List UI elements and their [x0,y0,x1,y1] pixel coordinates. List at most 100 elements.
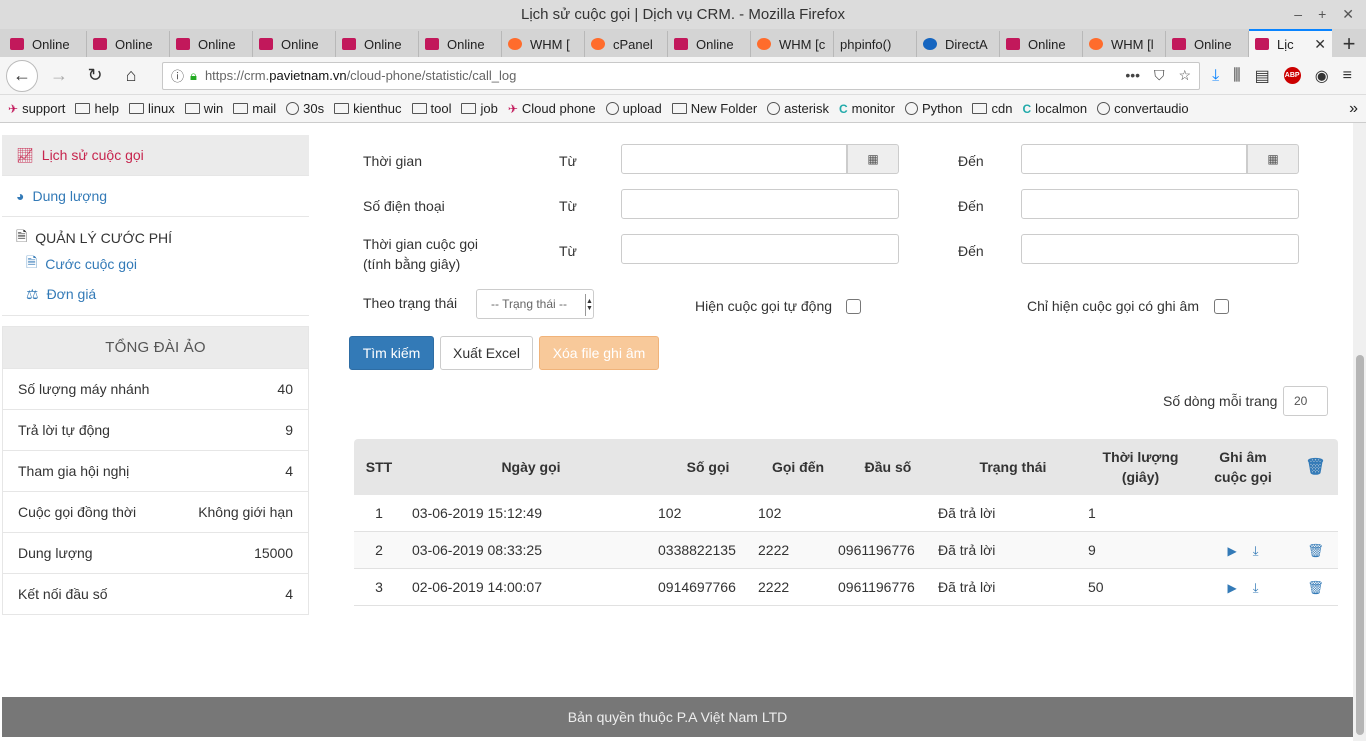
call-log-table: STT Ngày gọi Số gọi Gọi đến Đầu số Trạng… [354,439,1338,606]
browser-tab[interactable]: phpinfo() [834,31,917,57]
menu-icon[interactable]: ≡ [1343,67,1352,85]
auto-calls-label: Hiện cuộc gọi tự động [695,298,833,314]
url-bar[interactable]: ⓘ 🔒︎ https://crm. pavietnam.vn/cloud-phon… [162,61,1201,90]
bookmark-star-icon[interactable]: ☆ [1179,67,1192,84]
window-controls: – + ✕ [1294,0,1354,29]
export-excel-button[interactable]: Xuất Excel [440,336,533,370]
bookmark-item[interactable]: linux [129,101,175,116]
cell-date: 02-06-2019 14:00:07 [412,579,542,595]
browser-tab[interactable]: Online [1000,31,1083,57]
time-from-input[interactable] [621,144,847,174]
browser-tab[interactable]: Online [253,31,336,57]
download-record-icon[interactable]: ⤓ [1253,580,1259,595]
sidebar-item-unit-price[interactable]: ⚖︎ Đơn giá [16,279,309,309]
bookmark-item[interactable]: help [75,101,119,116]
browser-tab[interactable]: Online [668,31,751,57]
calendar-icon[interactable]: ▦ [847,144,899,174]
maximize-icon[interactable]: + [1318,0,1326,29]
phone-from-input[interactable] [621,189,899,219]
browser-tab[interactable]: DirectA [917,31,1000,57]
account-icon[interactable]: ◉ [1315,66,1329,86]
bookmark-item[interactable]: job [461,101,498,116]
sidebar-item-label: Cước cuộc gọi [45,256,137,272]
calendar-icon[interactable]: ▦ [1247,144,1299,174]
duration-to-input[interactable] [1021,234,1299,264]
site-favicon-icon: ✈ [507,101,518,116]
site-info-icon[interactable]: ⓘ [171,66,184,85]
bookmark-item[interactable]: upload [605,101,662,116]
download-icon[interactable]: ⤓ [1212,67,1219,85]
scrollbar-thumb[interactable] [1356,355,1364,735]
folder-icon [334,103,350,114]
close-tab-icon[interactable]: ✕ [1314,36,1326,53]
rows-per-page-input[interactable]: 20 [1283,386,1328,416]
page-scrollbar[interactable] [1353,123,1366,741]
forward-button[interactable]: → [44,61,74,91]
browser-tab[interactable]: Online [4,31,87,57]
bookmark-item[interactable]: tool [411,101,451,116]
delete-all-icon[interactable]: 🗑︎ [1293,457,1338,477]
bookmark-item[interactable]: win [184,101,223,116]
reload-button[interactable]: ↻ [80,61,110,91]
minimize-icon[interactable]: – [1294,0,1302,29]
tab-label: Online [447,36,485,52]
pocket-icon[interactable]: ⛉ [1154,67,1165,84]
close-window-icon[interactable]: ✕ [1342,0,1354,29]
sidebar-item-call-fees[interactable]: 🗎︎ Cước cuộc gọi [16,249,309,279]
trash-icon[interactable]: 🗑︎ [1307,580,1324,595]
phone-to-input[interactable] [1021,189,1299,219]
bookmark-item[interactable]: 30s [286,101,324,116]
search-button[interactable]: Tìm kiếm [349,336,434,370]
col-record-line1: Ghi âm [1219,449,1267,465]
bookmark-item[interactable]: ✈ Cloud phone [508,101,596,116]
browser-tab[interactable]: cPanel [585,31,668,57]
play-icon[interactable]: ▶ [1228,581,1237,595]
browser-tab[interactable]: Lịc ✕ [1249,29,1332,57]
bookmark-item[interactable]: New Folder [671,101,757,116]
new-tab-button[interactable]: + [1332,31,1366,57]
time-to-input[interactable] [1021,144,1247,174]
bookmark-item[interactable]: cdn [972,101,1012,116]
bookmark-item[interactable]: kienthuc [334,101,402,116]
tab-label: Online [198,36,236,52]
auto-calls-checkbox[interactable] [846,299,861,314]
tab-label: Online [696,36,734,52]
bookmark-item[interactable]: Clocalmon [1022,101,1087,116]
play-icon[interactable]: ▶ [1228,544,1237,558]
sidebar-item-capacity[interactable]: ◕ Dung lượng [2,176,309,217]
browser-tab[interactable]: Online [87,31,170,57]
bookmark-item[interactable]: Python [904,101,962,116]
tab-label: DirectA [945,36,988,52]
bookmark-item[interactable]: asterisk [767,101,829,116]
delete-records-button[interactable]: Xóa file ghi âm [539,336,659,370]
bookmarks-overflow-icon[interactable]: » [1349,100,1358,118]
tab-strip: Online Online Online Online Online Online WHM … [0,29,1366,57]
adblock-icon[interactable]: ABP [1283,67,1301,84]
browser-tab[interactable]: Online [170,31,253,57]
bookmark-item[interactable]: Cmonitor [839,101,895,116]
whm-favicon-icon [591,38,605,50]
bookmark-item[interactable]: mail [233,101,276,116]
trash-icon[interactable]: 🗑︎ [1307,543,1324,558]
page-actions-icon[interactable]: ••• [1125,67,1140,84]
browser-tab[interactable]: WHM [c [751,31,834,57]
status-select[interactable]: -- Trạng thái -- ▲ ▼ [476,289,594,319]
sidebar-item-call-history[interactable]: 📈︎ Lịch sử cuộc gọi [2,135,309,176]
bookmark-item[interactable]: ✈ support [8,101,65,116]
virtual-pbx-row-label: Kết nối đầu số [18,586,108,602]
col-duration-line1: Thời lượng [1102,449,1179,465]
browser-tab[interactable]: Online [1166,31,1249,57]
bookmark-item[interactable]: convertaudio [1097,101,1189,116]
browser-tab[interactable]: Online [419,31,502,57]
duration-to-label: Đến [958,243,984,259]
back-button[interactable]: ← [6,59,38,92]
browser-tab[interactable]: Online [336,31,419,57]
library-icon[interactable]: ⫼ [1233,67,1240,85]
download-record-icon[interactable]: ⤓ [1253,543,1259,558]
recorded-only-checkbox[interactable] [1214,299,1229,314]
browser-tab[interactable]: WHM [ [502,31,585,57]
duration-from-input[interactable] [621,234,899,264]
sidebar-toggle-icon[interactable]: ▤ [1255,66,1270,86]
browser-tab[interactable]: WHM [l [1083,31,1166,57]
home-button[interactable]: ⌂ [116,61,146,91]
